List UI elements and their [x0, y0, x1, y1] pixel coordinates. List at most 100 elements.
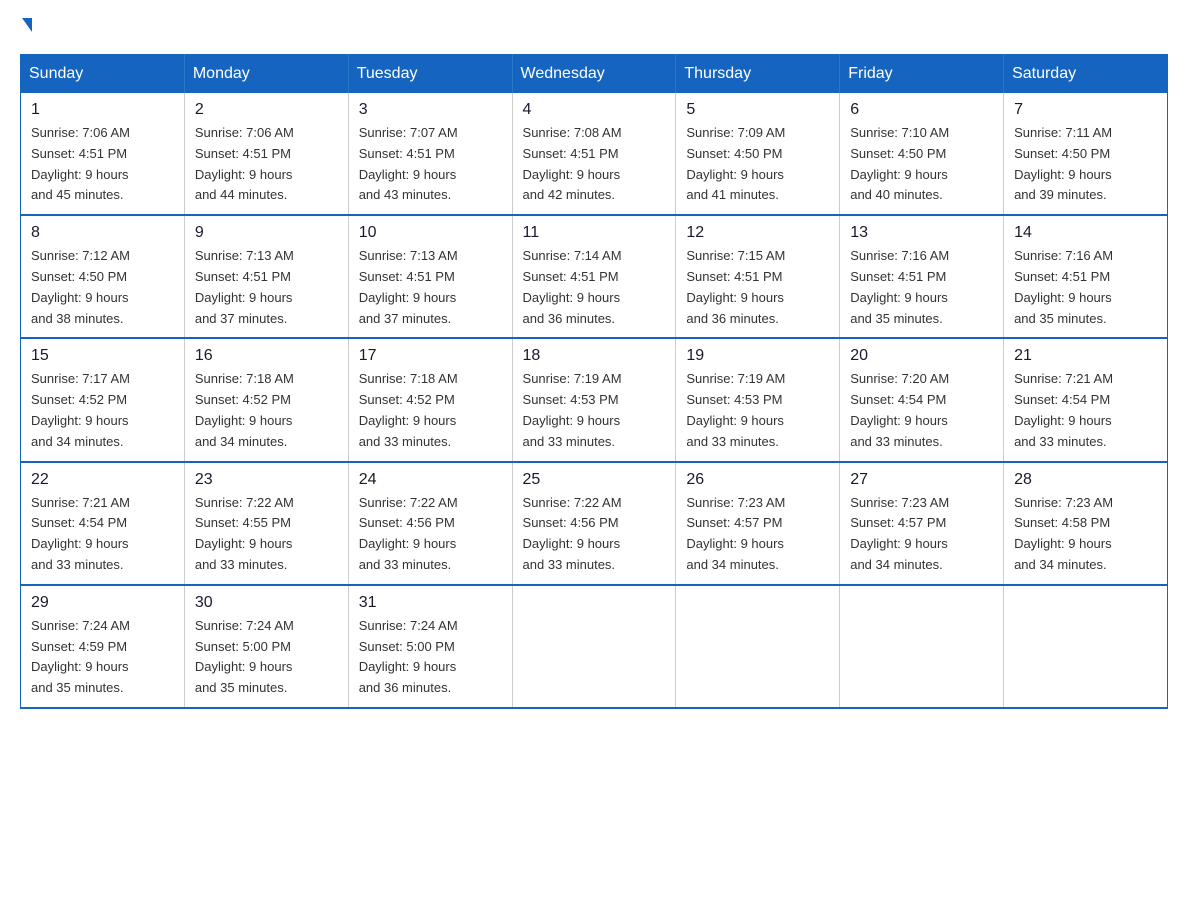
day-number: 19: [686, 347, 829, 365]
calendar-cell: 14 Sunrise: 7:16 AMSunset: 4:51 PMDaylig…: [1004, 215, 1168, 338]
day-info: Sunrise: 7:16 AMSunset: 4:51 PMDaylight:…: [1014, 246, 1157, 329]
logo: [20, 20, 32, 34]
calendar-day-header: Thursday: [676, 55, 840, 94]
day-info: Sunrise: 7:13 AMSunset: 4:51 PMDaylight:…: [359, 246, 502, 329]
day-number: 25: [523, 471, 666, 489]
calendar-cell: 23 Sunrise: 7:22 AMSunset: 4:55 PMDaylig…: [184, 462, 348, 585]
day-number: 24: [359, 471, 502, 489]
calendar-cell: 15 Sunrise: 7:17 AMSunset: 4:52 PMDaylig…: [21, 338, 185, 461]
day-info: Sunrise: 7:22 AMSunset: 4:55 PMDaylight:…: [195, 493, 338, 576]
day-info: Sunrise: 7:24 AMSunset: 4:59 PMDaylight:…: [31, 616, 174, 699]
day-info: Sunrise: 7:11 AMSunset: 4:50 PMDaylight:…: [1014, 123, 1157, 206]
day-info: Sunrise: 7:09 AMSunset: 4:50 PMDaylight:…: [686, 123, 829, 206]
day-number: 2: [195, 101, 338, 119]
day-info: Sunrise: 7:17 AMSunset: 4:52 PMDaylight:…: [31, 369, 174, 452]
day-number: 15: [31, 347, 174, 365]
day-info: Sunrise: 7:06 AMSunset: 4:51 PMDaylight:…: [195, 123, 338, 206]
calendar-cell: 18 Sunrise: 7:19 AMSunset: 4:53 PMDaylig…: [512, 338, 676, 461]
day-info: Sunrise: 7:08 AMSunset: 4:51 PMDaylight:…: [523, 123, 666, 206]
day-number: 14: [1014, 224, 1157, 242]
calendar-cell: 22 Sunrise: 7:21 AMSunset: 4:54 PMDaylig…: [21, 462, 185, 585]
day-info: Sunrise: 7:22 AMSunset: 4:56 PMDaylight:…: [523, 493, 666, 576]
day-number: 21: [1014, 347, 1157, 365]
calendar-week-row: 8 Sunrise: 7:12 AMSunset: 4:50 PMDayligh…: [21, 215, 1168, 338]
day-info: Sunrise: 7:07 AMSunset: 4:51 PMDaylight:…: [359, 123, 502, 206]
day-number: 9: [195, 224, 338, 242]
day-info: Sunrise: 7:21 AMSunset: 4:54 PMDaylight:…: [1014, 369, 1157, 452]
day-info: Sunrise: 7:19 AMSunset: 4:53 PMDaylight:…: [523, 369, 666, 452]
day-info: Sunrise: 7:19 AMSunset: 4:53 PMDaylight:…: [686, 369, 829, 452]
calendar-week-row: 15 Sunrise: 7:17 AMSunset: 4:52 PMDaylig…: [21, 338, 1168, 461]
calendar-week-row: 22 Sunrise: 7:21 AMSunset: 4:54 PMDaylig…: [21, 462, 1168, 585]
calendar-cell: 8 Sunrise: 7:12 AMSunset: 4:50 PMDayligh…: [21, 215, 185, 338]
calendar-cell: 1 Sunrise: 7:06 AMSunset: 4:51 PMDayligh…: [21, 93, 185, 215]
day-info: Sunrise: 7:15 AMSunset: 4:51 PMDaylight:…: [686, 246, 829, 329]
calendar-cell: 31 Sunrise: 7:24 AMSunset: 5:00 PMDaylig…: [348, 585, 512, 708]
calendar-cell: 28 Sunrise: 7:23 AMSunset: 4:58 PMDaylig…: [1004, 462, 1168, 585]
day-info: Sunrise: 7:06 AMSunset: 4:51 PMDaylight:…: [31, 123, 174, 206]
calendar-cell: 5 Sunrise: 7:09 AMSunset: 4:50 PMDayligh…: [676, 93, 840, 215]
calendar-week-row: 1 Sunrise: 7:06 AMSunset: 4:51 PMDayligh…: [21, 93, 1168, 215]
calendar-day-header: Sunday: [21, 55, 185, 94]
day-info: Sunrise: 7:12 AMSunset: 4:50 PMDaylight:…: [31, 246, 174, 329]
day-number: 18: [523, 347, 666, 365]
day-number: 17: [359, 347, 502, 365]
day-info: Sunrise: 7:24 AMSunset: 5:00 PMDaylight:…: [195, 616, 338, 699]
calendar-table: SundayMondayTuesdayWednesdayThursdayFrid…: [20, 54, 1168, 709]
calendar-day-header: Monday: [184, 55, 348, 94]
calendar-cell: 27 Sunrise: 7:23 AMSunset: 4:57 PMDaylig…: [840, 462, 1004, 585]
calendar-header-row: SundayMondayTuesdayWednesdayThursdayFrid…: [21, 55, 1168, 94]
day-number: 28: [1014, 471, 1157, 489]
calendar-cell: 17 Sunrise: 7:18 AMSunset: 4:52 PMDaylig…: [348, 338, 512, 461]
calendar-day-header: Tuesday: [348, 55, 512, 94]
calendar-cell: 20 Sunrise: 7:20 AMSunset: 4:54 PMDaylig…: [840, 338, 1004, 461]
day-info: Sunrise: 7:23 AMSunset: 4:57 PMDaylight:…: [686, 493, 829, 576]
calendar-cell: 11 Sunrise: 7:14 AMSunset: 4:51 PMDaylig…: [512, 215, 676, 338]
day-number: 30: [195, 594, 338, 612]
day-number: 4: [523, 101, 666, 119]
day-number: 1: [31, 101, 174, 119]
day-info: Sunrise: 7:22 AMSunset: 4:56 PMDaylight:…: [359, 493, 502, 576]
calendar-cell: 4 Sunrise: 7:08 AMSunset: 4:51 PMDayligh…: [512, 93, 676, 215]
calendar-cell: [676, 585, 840, 708]
day-number: 8: [31, 224, 174, 242]
calendar-cell: 25 Sunrise: 7:22 AMSunset: 4:56 PMDaylig…: [512, 462, 676, 585]
calendar-cell: 16 Sunrise: 7:18 AMSunset: 4:52 PMDaylig…: [184, 338, 348, 461]
day-number: 26: [686, 471, 829, 489]
calendar-cell: 21 Sunrise: 7:21 AMSunset: 4:54 PMDaylig…: [1004, 338, 1168, 461]
calendar-cell: 10 Sunrise: 7:13 AMSunset: 4:51 PMDaylig…: [348, 215, 512, 338]
day-info: Sunrise: 7:16 AMSunset: 4:51 PMDaylight:…: [850, 246, 993, 329]
day-number: 12: [686, 224, 829, 242]
calendar-day-header: Wednesday: [512, 55, 676, 94]
day-number: 10: [359, 224, 502, 242]
day-info: Sunrise: 7:13 AMSunset: 4:51 PMDaylight:…: [195, 246, 338, 329]
day-info: Sunrise: 7:18 AMSunset: 4:52 PMDaylight:…: [359, 369, 502, 452]
calendar-cell: 29 Sunrise: 7:24 AMSunset: 4:59 PMDaylig…: [21, 585, 185, 708]
day-number: 22: [31, 471, 174, 489]
day-number: 29: [31, 594, 174, 612]
calendar-cell: 3 Sunrise: 7:07 AMSunset: 4:51 PMDayligh…: [348, 93, 512, 215]
day-info: Sunrise: 7:10 AMSunset: 4:50 PMDaylight:…: [850, 123, 993, 206]
day-number: 13: [850, 224, 993, 242]
calendar-day-header: Saturday: [1004, 55, 1168, 94]
calendar-cell: 30 Sunrise: 7:24 AMSunset: 5:00 PMDaylig…: [184, 585, 348, 708]
day-info: Sunrise: 7:24 AMSunset: 5:00 PMDaylight:…: [359, 616, 502, 699]
calendar-cell: 19 Sunrise: 7:19 AMSunset: 4:53 PMDaylig…: [676, 338, 840, 461]
calendar-cell: 26 Sunrise: 7:23 AMSunset: 4:57 PMDaylig…: [676, 462, 840, 585]
calendar-cell: [1004, 585, 1168, 708]
day-number: 16: [195, 347, 338, 365]
page-header: [20, 20, 1168, 34]
day-number: 5: [686, 101, 829, 119]
day-number: 6: [850, 101, 993, 119]
day-info: Sunrise: 7:20 AMSunset: 4:54 PMDaylight:…: [850, 369, 993, 452]
day-number: 27: [850, 471, 993, 489]
day-number: 31: [359, 594, 502, 612]
logo-arrow-icon: [22, 18, 32, 32]
calendar-cell: 13 Sunrise: 7:16 AMSunset: 4:51 PMDaylig…: [840, 215, 1004, 338]
calendar-cell: [512, 585, 676, 708]
day-number: 7: [1014, 101, 1157, 119]
day-number: 11: [523, 224, 666, 242]
day-info: Sunrise: 7:23 AMSunset: 4:58 PMDaylight:…: [1014, 493, 1157, 576]
calendar-cell: 7 Sunrise: 7:11 AMSunset: 4:50 PMDayligh…: [1004, 93, 1168, 215]
day-info: Sunrise: 7:14 AMSunset: 4:51 PMDaylight:…: [523, 246, 666, 329]
